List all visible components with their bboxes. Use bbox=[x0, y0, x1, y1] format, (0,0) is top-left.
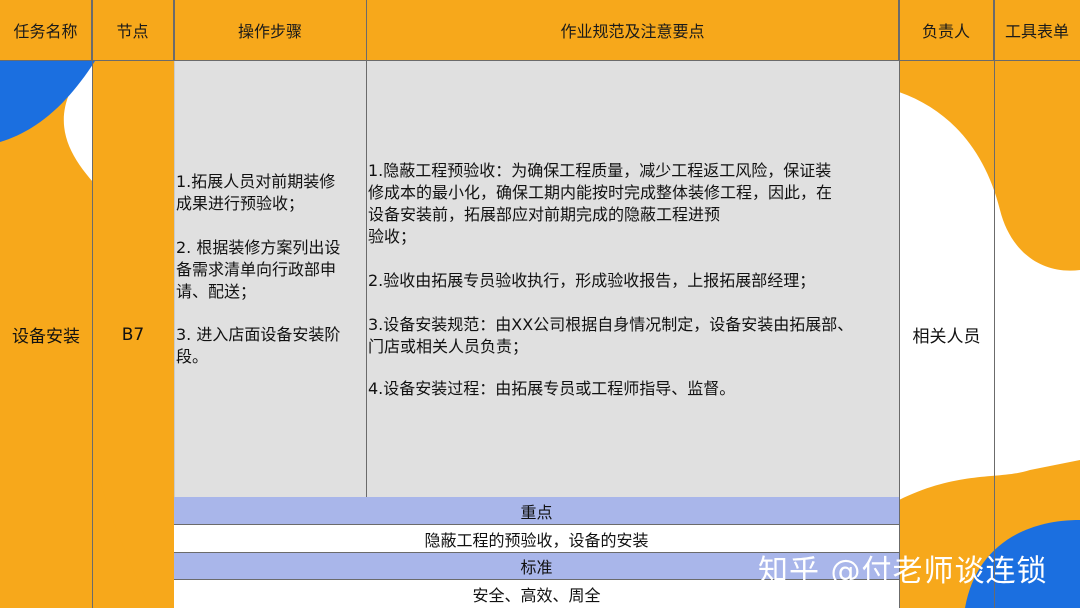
header-node: 节点 bbox=[92, 0, 174, 61]
tools-cell bbox=[994, 61, 1080, 608]
watermark-text: 知乎 @付老师谈连锁 bbox=[758, 554, 1048, 589]
spec-4: 4.设备安装过程：由拓展专员或工程师指导、监督。 bbox=[368, 379, 736, 398]
owner-cell: 相关人员 bbox=[912, 327, 981, 347]
spec-3: 3.设备安装规范：由XX公司根据自身情况制定，设备安装由拓展部、 门店或相关人员… bbox=[368, 315, 854, 356]
specs-cell: 1.隐蔽工程预验收：为确保工程质量，减少工程返工风险，保证装 修成本的最小化，确… bbox=[367, 61, 899, 497]
spec-1: 1.隐蔽工程预验收：为确保工程质量，减少工程返工风险，保证装 修成本的最小化，确… bbox=[368, 161, 833, 246]
header-specs: 作业规范及注意要点 bbox=[367, 0, 899, 61]
header-tools: 工具表单 bbox=[994, 0, 1080, 61]
task-name-cell: 设备安装 bbox=[12, 327, 80, 347]
steps-cell: 1.拓展人员对前期装修 成果进行预验收； 2. 根据装修方案列出设 备需求清单向… bbox=[174, 61, 367, 497]
header-owner: 负责人 bbox=[899, 0, 994, 61]
header-steps: 操作步骤 bbox=[174, 0, 367, 61]
header-task-name: 任务名称 bbox=[0, 0, 92, 61]
step-2: 2. 根据装修方案列出设 备需求清单向行政部申 请、配送； bbox=[176, 238, 341, 301]
node-cell: B7 bbox=[121, 324, 145, 345]
key-points-label: 重点 bbox=[174, 497, 899, 525]
step-1: 1.拓展人员对前期装修 成果进行预验收； bbox=[176, 172, 336, 213]
spec-2: 2.验收由拓展专员验收执行，形成验收报告，上报拓展部经理； bbox=[368, 271, 816, 290]
step-3: 3. 进入店面设备安装阶 段。 bbox=[176, 325, 341, 366]
